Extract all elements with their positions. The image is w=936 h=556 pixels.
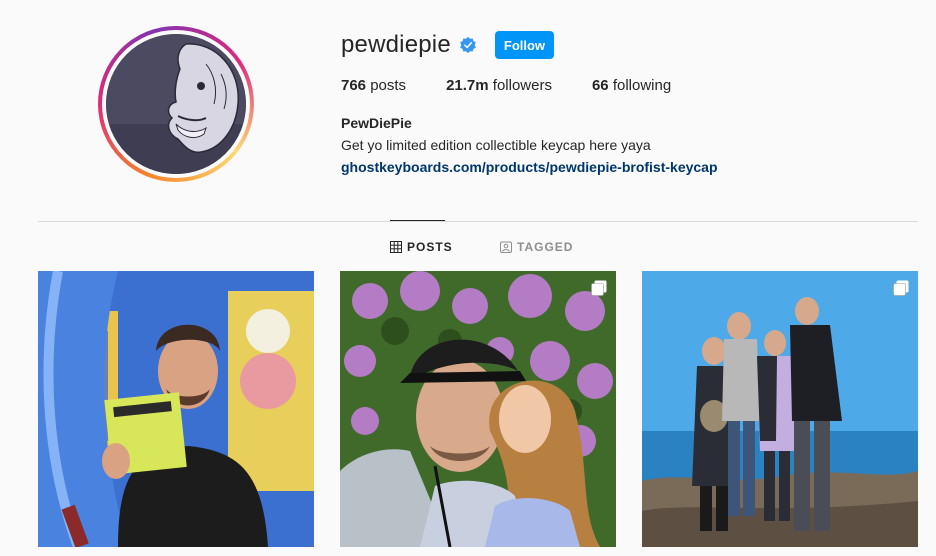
profile-header: pewdiepie Follow 766 posts 21.7m followe… [341, 30, 936, 175]
full-name: PewDiePie [341, 115, 412, 131]
verified-badge-icon [460, 36, 476, 54]
post-thumbnail[interactable] [642, 271, 918, 547]
multiple-photos-icon [893, 280, 909, 296]
bio-link[interactable]: ghostkeyboards.com/products/pewdiepie-br… [341, 159, 936, 175]
username-row: pewdiepie Follow [341, 30, 936, 60]
post-image-3 [642, 271, 918, 547]
username: pewdiepie [341, 31, 451, 58]
posts-stat: 766 posts [341, 77, 406, 94]
avatar-story-ring[interactable] [98, 26, 254, 182]
followers-label: followers [492, 77, 552, 94]
posts-label: posts [370, 77, 407, 94]
tab-posts[interactable]: POSTS [390, 240, 453, 254]
multiple-photos-icon [591, 280, 607, 296]
avatar[interactable] [106, 34, 246, 174]
avatar-image [106, 34, 246, 174]
grid-icon [390, 241, 402, 253]
post-image-2 [340, 271, 616, 547]
following-stat[interactable]: 66 following [592, 77, 671, 94]
avatar-gap [102, 30, 250, 178]
post-thumbnail[interactable] [38, 271, 314, 547]
follow-button[interactable]: Follow [494, 31, 555, 59]
profile-tabs: POSTS TAGGED [0, 240, 936, 256]
following-label: following [612, 77, 672, 94]
tab-posts-label: POSTS [407, 240, 453, 254]
followers-stat[interactable]: 21.7m followers [446, 77, 552, 94]
active-tab-indicator [390, 220, 445, 221]
posts-count: 766 [341, 77, 367, 94]
followers-count: 21.7m [446, 77, 489, 94]
tagged-icon [500, 241, 512, 253]
post-image-1 [38, 271, 314, 547]
tab-tagged-label: TAGGED [517, 240, 574, 254]
profile-stats: 766 posts 21.7m followers 66 following [341, 77, 936, 94]
tab-tagged[interactable]: TAGGED [500, 240, 573, 254]
bio-text: Get yo limited edition collectible keyca… [341, 137, 651, 153]
tabs-divider [38, 221, 918, 222]
post-thumbnail[interactable] [340, 271, 616, 547]
following-count: 66 [591, 77, 609, 94]
